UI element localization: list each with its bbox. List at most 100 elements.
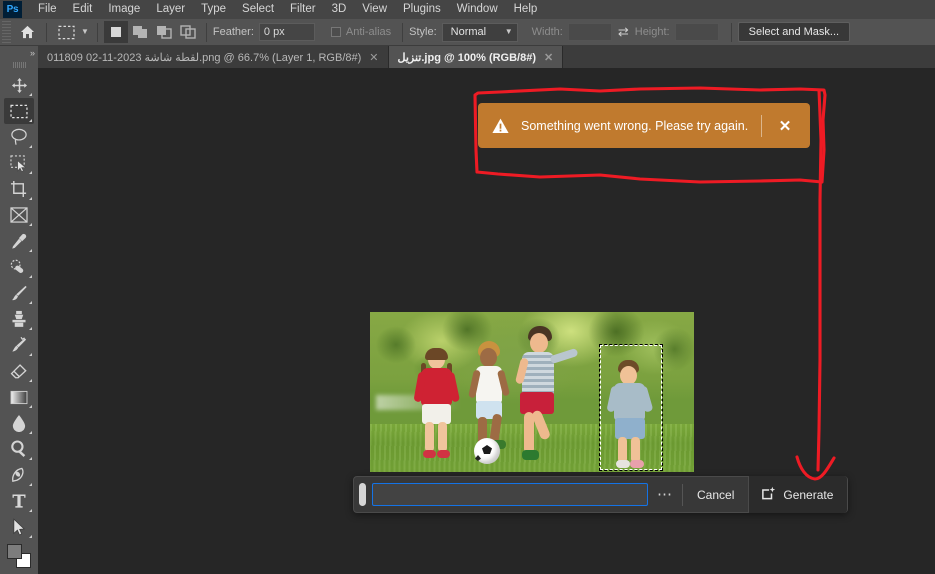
object-selection-tool[interactable]: [4, 150, 34, 176]
child-shoe: [616, 460, 630, 468]
menu-layer[interactable]: Layer: [148, 0, 193, 19]
add-to-selection-button[interactable]: [128, 21, 152, 43]
color-swatches[interactable]: [7, 544, 31, 568]
tool-preset-picker[interactable]: ▼: [53, 23, 91, 41]
style-label: Style:: [409, 26, 437, 38]
menu-3d[interactable]: 3D: [324, 0, 355, 19]
anti-alias-checkbox[interactable]: [330, 27, 341, 37]
menu-plugins[interactable]: Plugins: [395, 0, 449, 19]
document-tab-2-title: تنزيل.jpg @ 100% (RGB/8#): [397, 51, 536, 64]
dodge-tool[interactable]: [4, 436, 34, 462]
document-tab-1[interactable]: لقطة شاشة 2023-11-02 011809.png @ 66.7% …: [38, 46, 389, 68]
child-1: [413, 348, 461, 462]
menu-type[interactable]: Type: [193, 0, 234, 19]
clone-stamp-tool[interactable]: [4, 306, 34, 332]
eyedropper-tool[interactable]: [4, 228, 34, 254]
width-label: Width:: [531, 26, 563, 38]
swap-width-height-icon[interactable]: ⇄: [612, 24, 635, 40]
menu-bar: Ps File Edit Image Layer Type Select Fil…: [0, 0, 935, 19]
error-toast-message: Something went wrong. Please try again.: [521, 118, 749, 133]
cancel-button[interactable]: Cancel: [683, 476, 748, 513]
tools-panel-grip[interactable]: [12, 62, 26, 68]
rectangular-marquee-icon: [55, 23, 77, 41]
menu-edit[interactable]: Edit: [65, 0, 101, 19]
anti-alias-label: Anti-alias: [345, 26, 392, 38]
style-select[interactable]: Normal ▼: [441, 22, 518, 42]
spot-healing-brush-tool[interactable]: [4, 254, 34, 280]
feather-input[interactable]: [258, 23, 315, 41]
crop-tool[interactable]: [4, 176, 34, 202]
photoshop-window: Ps File Edit Image Layer Type Select Fil…: [0, 0, 935, 574]
style-select-value: Normal: [450, 26, 487, 38]
new-selection-button[interactable]: [103, 21, 128, 43]
gradient-tool[interactable]: [4, 384, 34, 410]
menu-filter[interactable]: Filter: [282, 0, 324, 19]
select-and-mask-button[interactable]: Select and Mask...: [737, 22, 851, 42]
lasso-tool[interactable]: [4, 124, 34, 150]
width-input[interactable]: [567, 23, 612, 41]
frame-tool[interactable]: [4, 202, 34, 228]
intersect-with-selection-button[interactable]: [176, 21, 200, 43]
blur-tool[interactable]: [4, 410, 34, 436]
tools-panel: »: [0, 46, 38, 574]
options-bar-grip[interactable]: [2, 21, 11, 43]
child-shoe: [630, 460, 644, 468]
history-brush-tool[interactable]: [4, 332, 34, 358]
child-head: [480, 348, 497, 367]
home-icon[interactable]: [14, 21, 40, 43]
generate-button-label: Generate: [783, 487, 834, 502]
drag-handle-icon[interactable]: [359, 483, 366, 506]
divider: [402, 22, 404, 42]
eraser-tool[interactable]: [4, 358, 34, 384]
document-tab-bar: لقطة شاشة 2023-11-02 011809.png @ 66.7% …: [38, 46, 935, 68]
tool-group-indicator-icon: [29, 535, 32, 538]
child-3: [510, 326, 579, 462]
menu-image[interactable]: Image: [100, 0, 148, 19]
error-toast: Something went wrong. Please try again. …: [478, 103, 810, 148]
path-selection-tool[interactable]: [4, 514, 34, 540]
ellipsis-icon[interactable]: ⋯: [648, 487, 682, 502]
tool-group-indicator-icon: [29, 223, 32, 226]
pen-tool[interactable]: [4, 462, 34, 488]
child-shoe: [437, 450, 450, 458]
selection-mode-group: [103, 21, 200, 43]
divider: [205, 22, 207, 42]
height-input[interactable]: [674, 23, 719, 41]
menu-select[interactable]: Select: [234, 0, 282, 19]
feather-label: Feather:: [212, 26, 254, 38]
tool-group-indicator-icon: [29, 353, 32, 356]
generative-fill-prompt-input[interactable]: [372, 483, 648, 506]
menu-file[interactable]: File: [30, 0, 65, 19]
menu-view[interactable]: View: [354, 0, 395, 19]
options-bar: ▼ Feather: 0 px Anti-alias Style: Normal…: [0, 19, 935, 46]
child-arm: [549, 347, 579, 365]
child-leg: [438, 422, 447, 452]
brush-tool[interactable]: [4, 280, 34, 306]
divider: [96, 22, 98, 42]
foreground-color-swatch[interactable]: [7, 544, 22, 559]
move-tool[interactable]: [4, 72, 34, 98]
document-tab-2[interactable]: تنزيل.jpg @ 100% (RGB/8#) ✕: [388, 46, 564, 68]
generate-button[interactable]: Generate: [748, 476, 848, 513]
close-icon[interactable]: ✕: [774, 117, 796, 135]
menu-help[interactable]: Help: [506, 0, 546, 19]
contextual-taskbar: ⋯ Cancel Generate: [353, 476, 849, 513]
subtract-from-selection-button[interactable]: [152, 21, 176, 43]
chevron-down-icon: ▼: [81, 27, 89, 36]
document-image[interactable]: [370, 312, 694, 472]
child-head: [530, 333, 548, 353]
menu-window[interactable]: Window: [449, 0, 506, 19]
tool-group-indicator-icon: [29, 379, 32, 382]
tool-group-indicator-icon: [29, 145, 32, 148]
close-icon[interactable]: ✕: [369, 51, 378, 64]
child-shoe: [522, 450, 539, 460]
horizontal-type-tool[interactable]: [4, 488, 34, 514]
warning-triangle-icon: [492, 118, 509, 134]
chevron-down-icon: ▼: [504, 27, 513, 36]
soccer-ball: [474, 438, 500, 464]
tool-group-indicator-icon: [29, 327, 32, 330]
close-icon[interactable]: ✕: [544, 51, 553, 64]
document-tab-1-title: لقطة شاشة 2023-11-02 011809.png @ 66.7% …: [47, 51, 362, 64]
rectangular-marquee-tool[interactable]: [4, 98, 34, 124]
double-chevron-right-icon[interactable]: »: [0, 46, 38, 60]
